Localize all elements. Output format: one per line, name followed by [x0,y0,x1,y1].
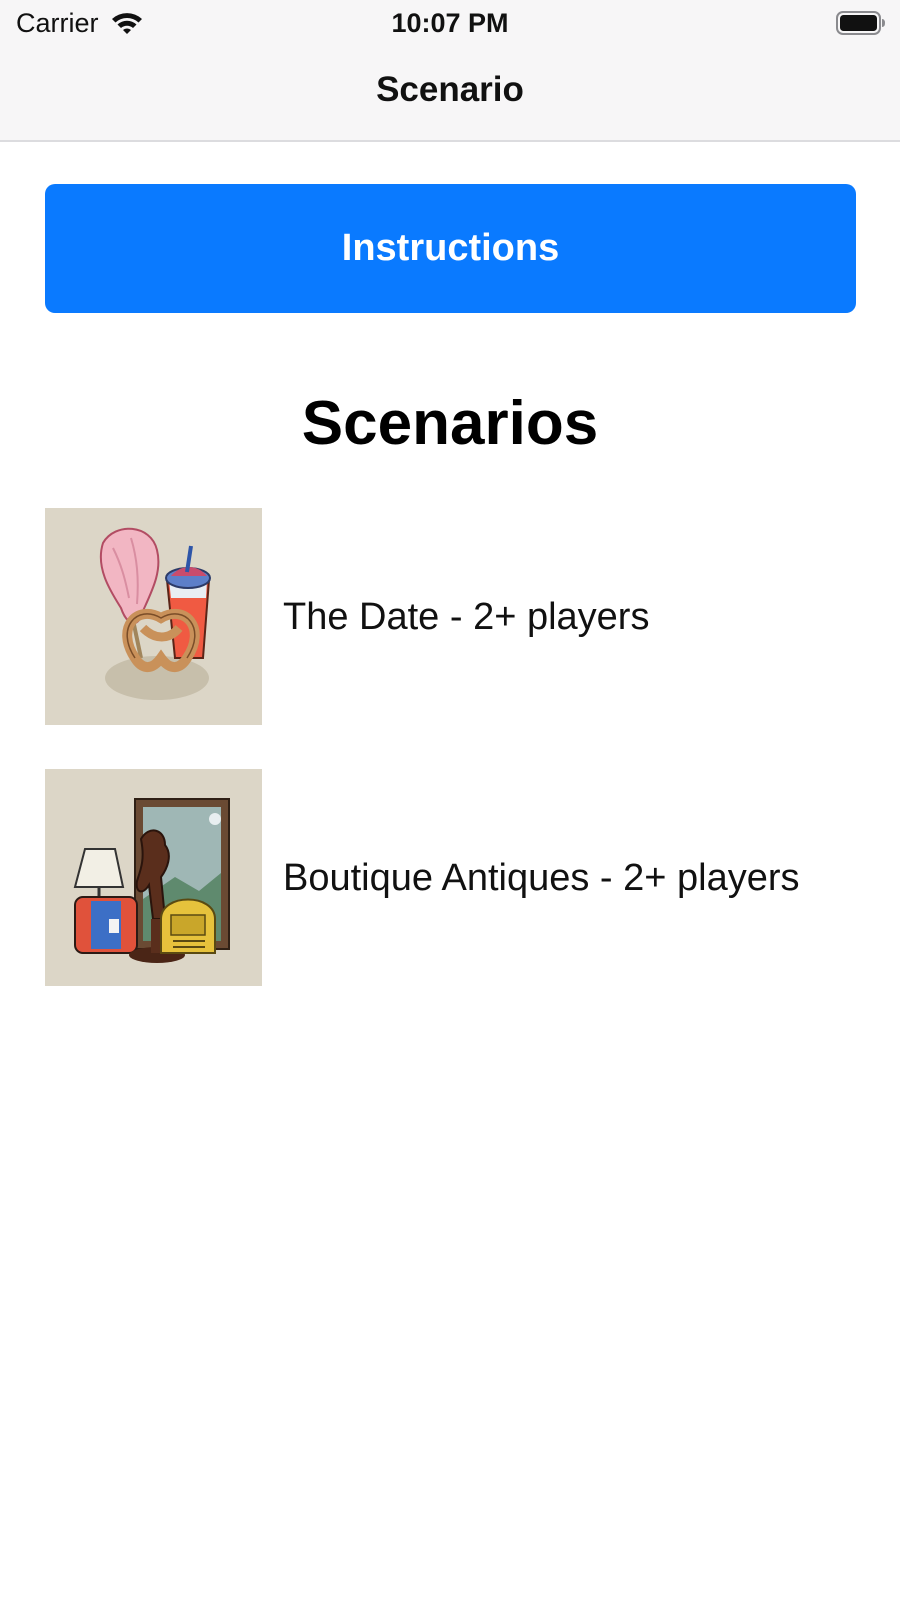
status-bar: Carrier 10:07 PM [0,0,900,48]
scenario-row-boutique-antiques[interactable]: Boutique Antiques - 2+ players [45,769,856,987]
scenario-label: Boutique Antiques - 2+ players [283,856,800,899]
top-bar: Carrier 10:07 PM Scenario [0,0,900,142]
date-snacks-icon [45,508,262,725]
antiques-icon [45,769,262,986]
clock: 10:07 PM [391,8,509,38]
scenario-row-the-date[interactable]: The Date - 2+ players [45,508,856,726]
section-title: Scenarios [301,389,599,458]
instructions-button-label: Instructions [341,227,560,269]
scenario-label: The Date - 2+ players [283,595,650,638]
instructions-button[interactable]: Instructions [45,184,856,313]
nav-title: Scenario [376,70,524,109]
battery-icon [836,11,886,35]
scenario-screen: Carrier 10:07 PM Scenario Instructions S… [0,0,900,1598]
